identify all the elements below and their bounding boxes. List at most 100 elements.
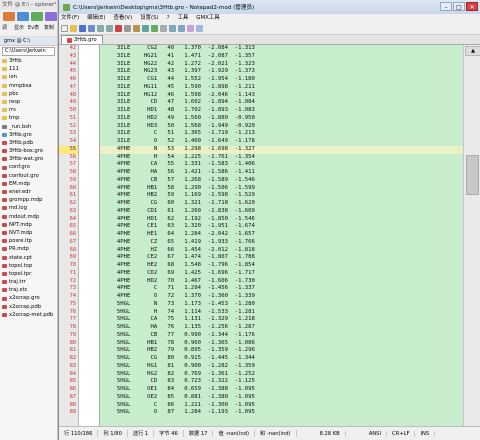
text-line[interactable]: 4PHE H 54 1.225 -1.761 -1.354 bbox=[100, 154, 463, 162]
text-line[interactable]: 4PHE CD2 69 1.425 -1.696 -1.717 bbox=[100, 270, 463, 278]
scrollbar-thumb[interactable] bbox=[466, 155, 479, 195]
text-line[interactable]: 5HGL OE1 84 0.659 -1.388 -1.095 bbox=[100, 386, 463, 394]
redo-icon[interactable] bbox=[106, 25, 113, 32]
text-line[interactable]: 5HGL CB 77 0.990 -1.344 -1.176 bbox=[100, 332, 463, 340]
file-list-item[interactable]: conf.gro bbox=[2, 163, 57, 171]
zoom-out-icon[interactable] bbox=[178, 25, 185, 32]
paste-icon[interactable] bbox=[133, 25, 140, 32]
text-line[interactable]: 3ILE HG23 43 1.397 -1.929 -1.373 bbox=[100, 68, 463, 76]
zoom-in-icon[interactable] bbox=[169, 25, 176, 32]
file-list-item[interactable]: posre.itp bbox=[2, 237, 57, 245]
text-line[interactable]: 4PHE CG 60 1.321 -1.718 -1.620 bbox=[100, 200, 463, 208]
text-line[interactable]: 4PHE HB1 58 1.290 -1.506 -1.599 bbox=[100, 185, 463, 193]
file-list-item[interactable]: pbc bbox=[2, 90, 57, 98]
file-list-item[interactable]: 3Htb.pdb bbox=[2, 139, 57, 147]
wordwrap-icon[interactable] bbox=[160, 25, 167, 32]
text-line[interactable]: 3ILE HG21 41 1.471 -2.087 -1.357 bbox=[100, 53, 463, 61]
text-line[interactable]: 3ILE HG22 42 1.272 -2.021 -1.323 bbox=[100, 61, 463, 69]
text-line[interactable]: 4PHE HZ 66 1.454 -2.012 -1.818 bbox=[100, 247, 463, 255]
open-folder-icon[interactable] bbox=[70, 25, 77, 32]
text-line[interactable]: 3ILE HD2 49 1.560 -1.880 -0.950 bbox=[100, 115, 463, 123]
file-list-item[interactable]: ion bbox=[2, 73, 57, 81]
minimize-button[interactable]: – bbox=[440, 2, 452, 11]
text-line[interactable]: 3ILE O 52 1.460 -1.649 -1.178 bbox=[100, 138, 463, 146]
menu-gmx-tools[interactable]: GMX工具 bbox=[196, 14, 219, 23]
file-list-item[interactable]: traj.trr bbox=[2, 278, 57, 286]
text-line[interactable]: 3ILE HD3 50 1.568 -1.949 -0.920 bbox=[100, 123, 463, 131]
status-encoding[interactable]: ANSI bbox=[364, 430, 387, 437]
text-line[interactable]: 3ILE HG11 45 1.590 -1.898 -1.211 bbox=[100, 84, 463, 92]
cut-icon[interactable] bbox=[115, 25, 122, 32]
text-line[interactable]: 3ILE HG12 46 1.598 -2.046 -1.143 bbox=[100, 92, 463, 100]
file-list-item[interactable]: NVT.mdp bbox=[2, 229, 57, 237]
text-line[interactable]: 5HGL HG1 81 0.900 -1.282 -1.359 bbox=[100, 363, 463, 371]
menu-file[interactable]: 文件(F) bbox=[61, 14, 79, 23]
file-list-item[interactable]: _run.bsh bbox=[2, 123, 57, 131]
find-icon[interactable] bbox=[142, 25, 149, 32]
text-line[interactable]: 3ILE CG1 44 1.552 -1.954 -1.180 bbox=[100, 76, 463, 84]
text-line[interactable]: 4PHE C 71 1.294 -1.456 -1.337 bbox=[100, 285, 463, 293]
text-line[interactable]: 4PHE O 72 1.370 -1.360 -1.339 bbox=[100, 293, 463, 301]
text-line[interactable]: 4PHE HA 56 1.421 -1.586 -1.411 bbox=[100, 169, 463, 177]
view-icon[interactable] bbox=[17, 12, 29, 21]
menu-help[interactable]: ? bbox=[167, 14, 170, 23]
file-list-item[interactable]: confout.gro bbox=[2, 172, 57, 180]
text-line[interactable]: 4PHE CD1 61 1.260 -1.838 -1.609 bbox=[100, 208, 463, 216]
file-list-item[interactable]: rrs bbox=[2, 106, 57, 114]
replace-icon[interactable] bbox=[151, 25, 158, 32]
text-line[interactable]: 5HGL CD 83 0.723 -1.322 -1.125 bbox=[100, 378, 463, 386]
file-list-item[interactable]: PR.mdp bbox=[2, 245, 57, 253]
text-line[interactable]: 4PHE HD1 62 1.192 -1.850 -1.546 bbox=[100, 216, 463, 224]
toolbar-label[interactable]: 调 bbox=[2, 24, 7, 31]
file-list-item[interactable]: 3Htb-wat.gro bbox=[2, 155, 57, 163]
menu-tools[interactable]: 工具 bbox=[177, 14, 188, 23]
text-line[interactable]: 5HGL N 73 1.173 -1.453 -1.280 bbox=[100, 301, 463, 309]
file-list-item[interactable]: 3Htb bbox=[2, 57, 57, 65]
file-list-item[interactable]: topol.top bbox=[2, 262, 57, 270]
text-line[interactable]: 3ILE CD 47 1.602 -1.894 -1.084 bbox=[100, 99, 463, 107]
status-insert-mode[interactable]: INS bbox=[415, 430, 436, 437]
text-line[interactable]: 3ILE C 51 1.365 -1.719 -1.213 bbox=[100, 130, 463, 138]
file-list-item[interactable]: grompp.mdp bbox=[2, 196, 57, 204]
window-titlebar[interactable]: C:\Users\Jerkwin\Desktop\gmx\3Htb.gro - … bbox=[59, 0, 480, 14]
file-list-item[interactable]: 3Htb-box.gro bbox=[2, 147, 57, 155]
file-list-item[interactable]: mmpbsa bbox=[2, 82, 57, 90]
text-line[interactable]: 5HGL CA 75 1.131 -1.329 -1.218 bbox=[100, 316, 463, 324]
text-line[interactable]: 4PHE CE1 63 1.320 -1.951 -1.674 bbox=[100, 223, 463, 231]
toolbar-label[interactable]: Ev表 bbox=[28, 24, 39, 31]
copy-icon[interactable] bbox=[45, 12, 57, 21]
tab-3htb-gro[interactable]: 3Htb.gro bbox=[61, 35, 103, 44]
maximize-button[interactable]: □ bbox=[453, 2, 465, 11]
menu-settings[interactable]: 设置(S) bbox=[140, 14, 158, 23]
vertical-scrollbar[interactable]: ▲ bbox=[463, 45, 480, 426]
menu-view[interactable]: 查看(V) bbox=[114, 14, 133, 23]
text-line[interactable]: 5HGL HB1 78 0.960 -1.365 -1.086 bbox=[100, 340, 463, 348]
file-list-item[interactable]: x2scrap-met.pdb bbox=[2, 311, 57, 319]
file-list-item[interactable]: x2scrap.gro bbox=[2, 294, 57, 302]
text-line[interactable]: 4PHE N 53 1.298 -1.698 -1.327 bbox=[100, 145, 463, 154]
scroll-up-arrow-icon[interactable]: ▲ bbox=[465, 46, 480, 56]
file-list-item[interactable]: md.log bbox=[2, 204, 57, 212]
explorer-tab[interactable]: gmx @ C:\ bbox=[0, 37, 57, 46]
file-list-item[interactable]: topol.tpr bbox=[2, 270, 57, 278]
file-list-item[interactable]: 111 bbox=[2, 65, 57, 73]
file-list-item[interactable]: 3Htb.gro bbox=[2, 131, 57, 139]
find-icon[interactable] bbox=[31, 12, 43, 21]
new-file-icon[interactable] bbox=[61, 25, 68, 32]
file-list-item[interactable]: x2scrap.pdb bbox=[2, 303, 57, 311]
file-list-item[interactable]: EM.mdp bbox=[2, 180, 57, 188]
text-line[interactable]: 5HGL OE2 85 0.881 -1.380 -1.095 bbox=[100, 394, 463, 402]
text-line[interactable]: 4PHE CB 57 1.268 -1.589 -1.546 bbox=[100, 177, 463, 185]
editor-area[interactable]: 42 43 44 45 46 47 48 49 50 51 52 53 54 55 56 57 58 59 60 61… bbox=[59, 45, 480, 426]
text-line[interactable]: 4PHE HE2 68 1.548 -1.796 -1.854 bbox=[100, 262, 463, 270]
text-line[interactable]: 3ILE CG2 40 1.370 -2.084 -1.313 bbox=[100, 45, 463, 53]
save-icon[interactable] bbox=[79, 25, 86, 32]
copy-icon[interactable] bbox=[124, 25, 131, 32]
text-line[interactable]: 4PHE HE1 64 1.284 -2.042 -1.657 bbox=[100, 231, 463, 239]
text-line[interactable]: 4PHE CZ 65 1.419 -1.933 -1.766 bbox=[100, 239, 463, 247]
text-line[interactable]: 5HGL C 86 1.221 -1.300 -1.095 bbox=[100, 402, 463, 410]
fold-margin[interactable] bbox=[79, 45, 99, 426]
file-list-item[interactable]: ener.edr bbox=[2, 188, 57, 196]
menu-edit[interactable]: 编辑(E) bbox=[87, 14, 105, 23]
text-line[interactable]: 4PHE HB2 59 1.169 -1.598 -1.529 bbox=[100, 192, 463, 200]
